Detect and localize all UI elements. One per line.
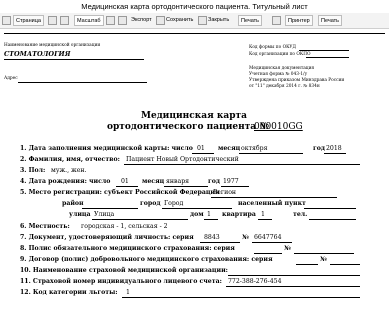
field-12-value: 1 xyxy=(126,289,130,296)
field-2-value: Пациент Новый Ортодонтический xyxy=(126,156,239,163)
address-label: Адрес xyxy=(4,76,18,81)
field-5-label: 5. Место регистрации: субъект Российской… xyxy=(20,189,220,196)
field-3-label: 3. Пол: xyxy=(20,167,46,174)
field-4-month: января xyxy=(166,178,190,185)
field-1-day: 01 xyxy=(197,145,205,152)
field-5-city-label: город xyxy=(140,200,161,207)
okpo-label: Код организации по ОКПО xyxy=(249,52,311,57)
field-5-street-label: улица xyxy=(69,211,91,218)
field-4-year: 1977 xyxy=(223,178,239,185)
doc-line-2: Учетная форма № 043-1/у xyxy=(249,72,308,77)
field-3-value: муж., жен. xyxy=(51,167,87,174)
field-8-label: 8. Полис обязательного медицинского стра… xyxy=(20,245,235,252)
field-11-label: 11. Страховой номер индивидуального лице… xyxy=(20,278,222,285)
field-5-place-label: населенный пункт xyxy=(238,200,306,207)
field-4-month-label: месяц xyxy=(142,178,165,185)
page-top-rule xyxy=(4,33,385,34)
field-7-series: 8843 xyxy=(204,234,220,241)
field-7-num: 6647764 xyxy=(254,234,282,241)
field-7-num-label: № xyxy=(242,234,249,241)
save-button[interactable]: Сохранить xyxy=(166,15,193,26)
zoom-select[interactable]: Масштаб xyxy=(74,15,104,26)
doc-line-3: Утверждена приказом Минздрава России xyxy=(249,78,345,83)
prev-page-icon[interactable] xyxy=(48,16,57,25)
printer-button[interactable]: Принтер xyxy=(285,15,313,26)
field-5-flat-label: квартира xyxy=(222,211,256,218)
org-name: СТОМАТОЛОГИЯ xyxy=(4,50,71,58)
field-7-label: 7. Документ, удостоверяющий личность: се… xyxy=(20,234,194,241)
field-12-label: 12. Код категории льготы: xyxy=(20,289,118,296)
field-1-month: октября xyxy=(241,145,268,152)
field-5-region: Регион xyxy=(213,189,237,196)
print-dropdown[interactable]: Печать xyxy=(238,15,263,26)
field-5-house-label: дом xyxy=(190,211,204,218)
field-5-district-label: район xyxy=(62,200,84,207)
field-4-day: 01 xyxy=(121,178,129,185)
page-tab-icon[interactable] xyxy=(2,16,11,25)
okud-label: Код формы по ОКУД xyxy=(249,45,297,50)
org-label: Наименование медицинской организации xyxy=(4,43,101,48)
page-setup-icon[interactable] xyxy=(272,16,281,25)
page-tab[interactable]: Страница xyxy=(13,15,44,26)
card-title-2: ортодонтического пациента № xyxy=(107,122,270,132)
close-button[interactable]: Закрыть xyxy=(208,15,229,26)
fit-icon[interactable] xyxy=(118,16,127,25)
doc-line-4: от "11" декабря 2014 г. № 834н xyxy=(249,84,320,89)
field-9-num-label: № xyxy=(320,256,327,263)
field-5-tel-label: тел. xyxy=(293,211,308,218)
field-5-flat: 1 xyxy=(261,211,265,218)
print-button[interactable]: Печать xyxy=(318,15,343,26)
doc-line-1: Медицинская документация xyxy=(249,66,315,71)
field-8-num-label: № xyxy=(284,245,291,252)
close-icon[interactable] xyxy=(198,16,207,25)
field-4-year-label: год xyxy=(208,178,221,185)
export-button[interactable]: Экспорт xyxy=(131,15,152,26)
field-9-label: 9. Договор (полис) добровольного медицин… xyxy=(20,256,273,263)
window-title: Медицинская карта ортодонтического пацие… xyxy=(0,0,389,13)
card-number: 000010GG xyxy=(254,122,303,132)
field-4-label: 4. Дата рождения: число xyxy=(20,178,111,185)
field-5-street: Улица xyxy=(94,211,115,218)
field-6-label: 6. Местность: xyxy=(20,223,70,230)
field-1-year-label: год xyxy=(313,145,326,152)
toolbar: Страница Масштаб Экспорт Сохранить Закры… xyxy=(0,13,389,29)
field-2-label: 2. Фамилия, имя, отчество: xyxy=(20,156,120,163)
field-1-year: 2018 xyxy=(326,145,342,152)
next-page-icon[interactable] xyxy=(60,16,69,25)
field-10-label: 10. Наименование страховой медицинской о… xyxy=(20,267,228,274)
field-1-month-label: месяц xyxy=(218,145,241,152)
document-page: Наименование медицинской организации СТО… xyxy=(4,30,385,320)
field-11-value: 772-388-276-454 xyxy=(228,278,282,285)
field-1-label: 1. Дата заполнения медицинской карты: чи… xyxy=(20,145,193,152)
field-5-city: Город xyxy=(164,200,184,207)
save-icon[interactable] xyxy=(156,16,165,25)
field-5-house: 1 xyxy=(207,211,211,218)
card-title-1: Медицинская карта xyxy=(141,111,247,121)
field-6-value: городская - 1, сельская - 2 xyxy=(81,223,168,230)
zoom-icon[interactable] xyxy=(106,16,115,25)
